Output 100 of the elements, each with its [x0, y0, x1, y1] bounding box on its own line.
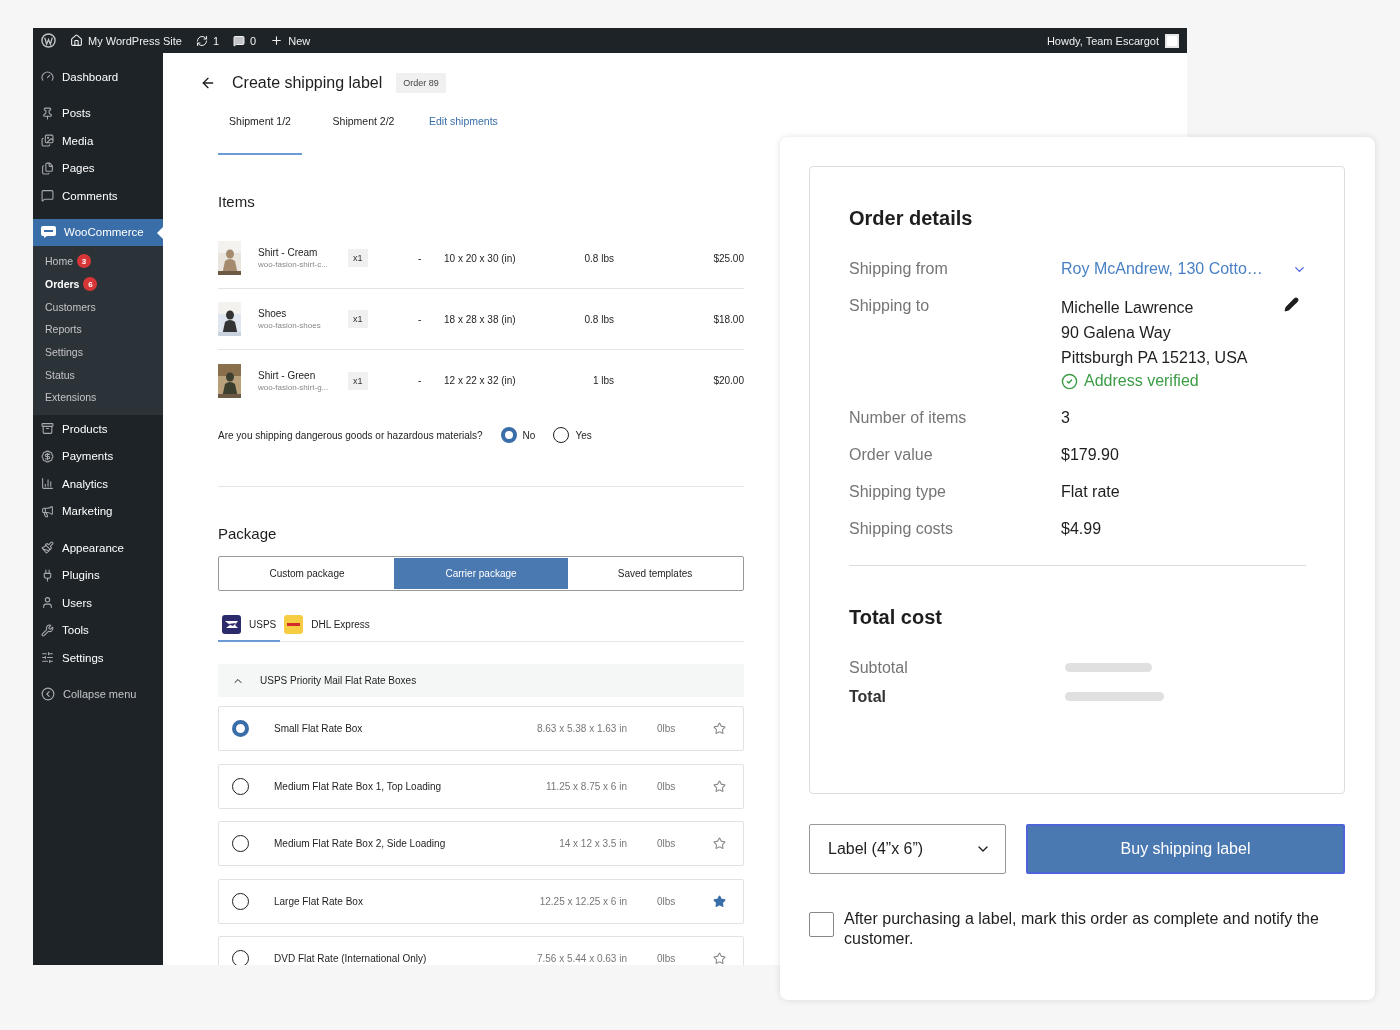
sidebar-item[interactable]: Marketing: [33, 497, 163, 525]
total-label: Total: [849, 688, 888, 706]
sidebar-item[interactable]: Plugins: [33, 561, 163, 589]
weight-cell-text: 0.8 lbs: [583, 252, 614, 264]
sidebar-item[interactable]: Comments: [33, 182, 163, 210]
sidebar-item[interactable]: Dashboard: [33, 63, 163, 91]
radio-option[interactable]: No: [500, 427, 536, 443]
segment-button[interactable]: Carrier package: [394, 558, 568, 589]
updates-link[interactable]: 1: [195, 34, 220, 47]
box-option[interactable]: Small Flat Rate Box 8.63 x 5.38 x 1.63 in 0lbs: [218, 706, 744, 751]
dimensions-cell-text: 18 x 28 x 38 (in): [444, 313, 517, 325]
address-line: 90 Galena Way: [1061, 323, 1172, 343]
sidebar-item[interactable]: Products: [33, 414, 163, 443]
box-option[interactable]: Medium Flat Rate Box 2, Side Loading 14 x 12 x 3.5 in 0lbs: [218, 821, 744, 866]
collapse-icon: [41, 686, 55, 701]
submenu-item[interactable]: Status: [33, 363, 163, 387]
archive-icon: [41, 422, 54, 436]
site-link[interactable]: My WordPress Site: [70, 34, 182, 47]
submenu-item[interactable]: Reports: [33, 318, 163, 341]
sidebar-item[interactable]: Posts: [33, 99, 163, 127]
sidebar-item[interactable]: Media: [33, 127, 163, 155]
product-name: Shirt - Cream: [258, 247, 319, 258]
product-sku: woo-fasion-shirt-c...: [258, 260, 329, 269]
pencil-icon[interactable]: [1284, 297, 1299, 312]
label-size-select[interactable]: Label (4”x 6”): [809, 824, 1006, 874]
gauge-icon: [41, 70, 54, 84]
detail-value: $4.99: [1061, 520, 1103, 538]
star-icon[interactable]: [713, 952, 726, 965]
quantity-badge: x1: [348, 310, 368, 328]
section-heading: Items: [218, 193, 256, 210]
box-dimensions: 7.56 x 5.44 x 0.63 in: [535, 953, 628, 964]
star-icon[interactable]: [713, 779, 726, 793]
home-icon: [70, 34, 83, 47]
new-link[interactable]: New: [270, 34, 311, 47]
wrench-icon: [41, 623, 54, 637]
avatar-icon[interactable]: [1165, 33, 1179, 48]
table-cell-text: -: [418, 375, 423, 386]
box-option[interactable]: DVD Flat Rate (International Only) 7.56 x 5.44 x 0.63 in 0lbs: [218, 936, 744, 965]
submenu-item[interactable]: Settings: [33, 340, 163, 364]
edit-shipments-link[interactable]: Edit shipments: [429, 115, 498, 155]
detail-value: $179.90: [1061, 446, 1120, 464]
images-icon: [41, 134, 54, 148]
sidebar-item[interactable]: Tools: [33, 616, 163, 644]
box-weight: 0lbs: [657, 723, 677, 734]
box-option[interactable]: Large Flat Rate Box 12.25 x 12.25 x 6 in 0lbs: [218, 878, 744, 924]
radio-button[interactable]: [232, 950, 249, 965]
star-icon[interactable]: [713, 894, 726, 908]
collapse-menu-button[interactable]: Collapse menu: [33, 680, 163, 708]
sidebar-item[interactable]: Settings: [33, 643, 163, 672]
quantity-badge: x1: [348, 249, 368, 267]
refresh-icon: [195, 34, 208, 47]
box-group-header[interactable]: USPS Priority Mail Flat Rate Boxes: [218, 664, 744, 697]
price-cell-text: $18.00: [712, 313, 744, 325]
box-option[interactable]: Medium Flat Rate Box 1, Top Loading 11.25 x 8.75 x 6 in 0lbs: [218, 763, 744, 809]
order-badge: Order 89: [396, 73, 446, 93]
radio-button[interactable]: [232, 777, 249, 795]
panel-heading: Order details: [849, 207, 974, 230]
user-icon: [41, 596, 54, 610]
eagle-logo-icon: [222, 615, 241, 634]
radio-button[interactable]: [232, 720, 249, 737]
sidebar-item[interactable]: Appearance: [33, 533, 163, 562]
submenu-item[interactable]: Home 3: [33, 250, 163, 273]
radio-button[interactable]: [232, 835, 249, 852]
box-name: DVD Flat Rate (International Only): [274, 953, 428, 964]
detail-label: Shipping costs: [849, 520, 955, 538]
plus-icon: [270, 34, 284, 47]
greeting-text[interactable]: Howdy, Team Escargot: [1046, 34, 1159, 47]
checkbox-label: After purchasing a label, mark this order as complete and notify the customer.: [844, 909, 1320, 949]
box-dimensions: 12.25 x 12.25 x 6 in: [538, 895, 628, 907]
checkbox[interactable]: [809, 912, 834, 937]
dollar-icon: [41, 449, 54, 463]
address-select[interactable]: Roy McAndrew, 130 Cotto…: [1061, 260, 1307, 278]
buy-label-button[interactable]: Buy shipping label: [1026, 824, 1345, 874]
sidebar-item[interactable]: Pages: [33, 154, 163, 182]
table-cell-text: -: [418, 252, 423, 264]
submenu-item[interactable]: Customers: [33, 295, 163, 319]
sidebar-item[interactable]: Users: [33, 588, 163, 617]
detail-value: 3: [1061, 409, 1071, 427]
star-icon[interactable]: [713, 837, 726, 850]
sidebar-item[interactable]: Analytics: [33, 469, 163, 498]
detail-label: Number of items: [849, 409, 968, 427]
stripe-logo-icon: [284, 615, 304, 634]
shipment-tab[interactable]: Shipment 2/2: [312, 115, 415, 155]
box-dimensions: 14 x 12 x 3.5 in: [558, 838, 628, 849]
sidebar-item[interactable]: WooCommerce: [33, 218, 163, 246]
submenu-item[interactable]: Orders 6: [33, 272, 163, 296]
carrier-tab[interactable]: USPS: [218, 615, 281, 642]
shipment-tab[interactable]: Shipment 1/2: [218, 115, 302, 155]
box-dimensions: 8.63 x 5.38 x 1.63 in: [535, 723, 628, 734]
radio-button[interactable]: [232, 892, 249, 910]
box-weight: 0lbs: [657, 838, 677, 849]
comments-link[interactable]: 0: [233, 34, 257, 47]
sidebar-item[interactable]: Payments: [33, 442, 163, 470]
logo-icon[interactable]: [41, 33, 56, 48]
submenu-item[interactable]: Extensions: [33, 386, 163, 409]
carrier-tab[interactable]: DHL Express: [280, 615, 374, 642]
radio-option[interactable]: Yes: [553, 427, 592, 443]
box-name: Medium Flat Rate Box 2, Side Loading: [274, 838, 447, 849]
star-icon[interactable]: [713, 722, 726, 735]
detail-label: Shipping from: [849, 260, 949, 278]
